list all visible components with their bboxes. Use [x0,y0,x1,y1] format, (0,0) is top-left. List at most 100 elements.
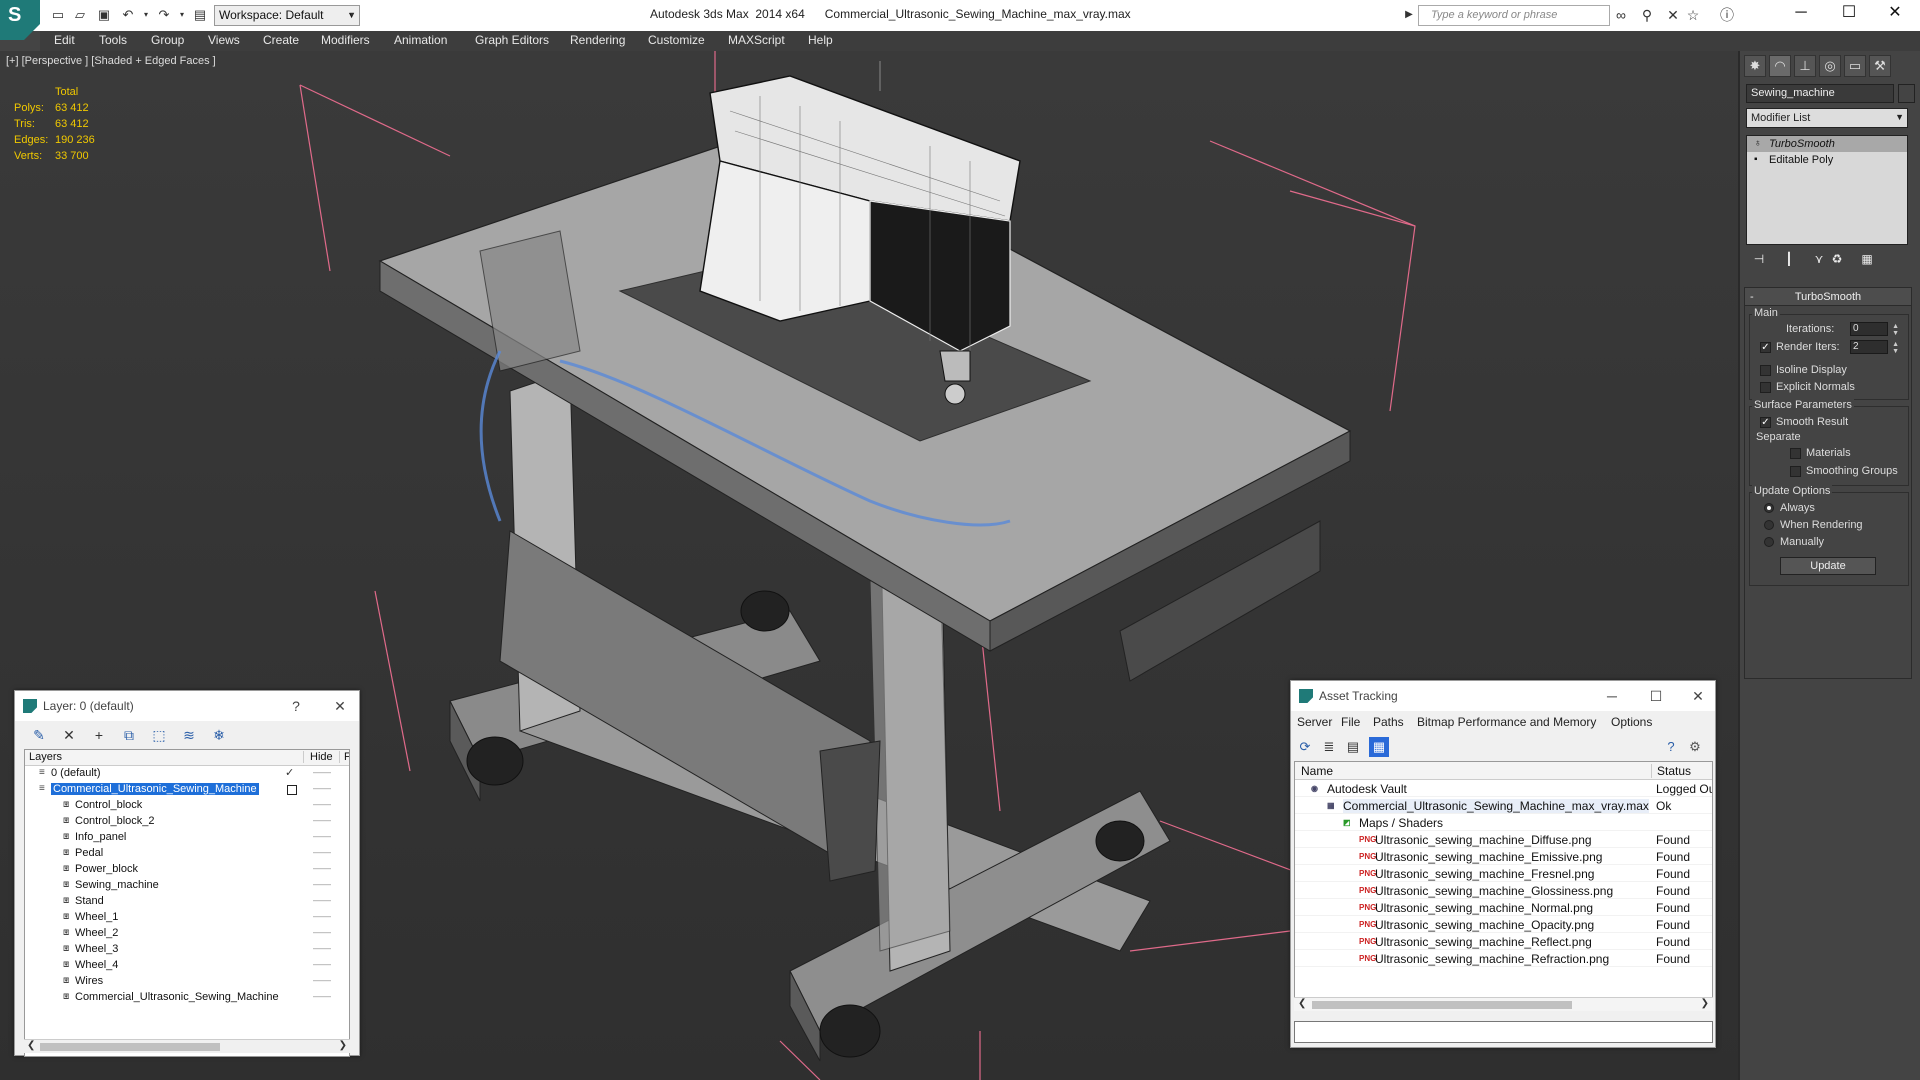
hide-toggle[interactable]: —— [313,831,331,841]
refresh-icon[interactable]: ⟳ [1295,737,1315,757]
menu-customize[interactable]: Customize [648,33,705,47]
pin-stack-icon[interactable]: ⊣ [1748,249,1770,269]
motion-tab-icon[interactable]: ◎ [1819,55,1841,77]
layer-row[interactable]: ⧆ Sewing_machine —— [25,878,349,894]
asset-panel-titlebar[interactable]: Asset Tracking ─ ☐ ✕ [1291,681,1715,711]
create-layer-icon[interactable]: ✎ [29,725,49,745]
hierarchy-tab-icon[interactable]: ⊥ [1794,55,1816,77]
isoline-display-checkbox[interactable] [1760,365,1771,376]
redo-icon[interactable]: ↷ [156,7,172,23]
app-logo-button[interactable]: S [0,0,40,40]
menu-create[interactable]: Create [263,33,299,47]
layer-row[interactable]: ⧆ Wheel_4 —— [25,958,349,974]
favorites-star-icon[interactable]: ☆ [1684,7,1702,23]
current-layer-check-icon[interactable]: ✓ [285,766,294,779]
hide-toggle[interactable]: —— [313,927,331,937]
menu-help[interactable]: Help [808,33,833,47]
layer-row[interactable]: ⧆ Wheel_3 —— [25,942,349,958]
asset-row[interactable]: ▦ Commercial_Ultrasonic_Sewing_Machine_ma… [1295,797,1712,814]
search-input[interactable]: Type a keyword or phrase [1418,5,1610,26]
object-name-field[interactable]: Sewing_machine [1746,84,1894,103]
add-to-layer-icon[interactable]: + [89,725,109,745]
configure-modifier-sets-icon[interactable]: ▦ [1856,249,1878,269]
quick-access-menu-icon[interactable]: ▾ [344,7,360,23]
settings-icon[interactable]: ⚙ [1685,737,1705,757]
redo-dropdown-icon[interactable]: ▾ [174,7,190,23]
create-tab-icon[interactable]: ✸ [1744,55,1766,77]
asset-menu-paths[interactable]: Paths [1373,715,1404,729]
close-icon[interactable]: ✕ [327,695,353,717]
layer-row[interactable]: ⧆ Control_block —— [25,798,349,814]
scroll-right-icon[interactable]: ❯ [1701,998,1709,1009]
layer-row[interactable]: ⧆ Wheel_1 —— [25,910,349,926]
highlight-layer-icon[interactable]: ⬚ [149,725,169,745]
hide-toggle[interactable]: —— [313,815,331,825]
delete-layer-icon[interactable]: ✕ [59,725,79,745]
asset-menu-file[interactable]: File [1341,715,1360,729]
column-layers[interactable]: Layers [29,751,62,763]
rollout-header[interactable]: - TurboSmooth [1745,288,1911,306]
menu-animation[interactable]: Animation [394,33,447,47]
undo-icon[interactable]: ↶ [120,7,136,23]
object-color-swatch[interactable] [1898,84,1915,103]
hide-toggle[interactable]: —— [313,975,331,985]
asset-row[interactable]: PNG Ultrasonic_sewing_machine_Emissive.pn… [1295,848,1712,865]
scroll-thumb[interactable] [1312,1001,1572,1009]
update-when-rendering-radio[interactable] [1764,520,1774,530]
update-always-radio[interactable] [1764,503,1774,513]
lightbulb-icon[interactable]: ♁ [1754,138,1762,149]
scroll-thumb[interactable] [40,1043,220,1051]
menu-maxscript[interactable]: MAXScript [728,33,785,47]
layer-row[interactable]: ⧆ Wires —— [25,974,349,990]
menu-views[interactable]: Views [208,33,240,47]
column-status[interactable]: Status [1651,764,1691,778]
asset-row[interactable]: PNG Ultrasonic_sewing_machine_Glossiness.… [1295,882,1712,899]
expand-icon[interactable]: ▪ [1754,154,1758,165]
scroll-right-icon[interactable]: ❯ [339,1040,347,1051]
scroll-left-icon[interactable]: ❮ [1298,998,1306,1009]
close-button[interactable]: ✕ [1872,0,1918,28]
layer-row[interactable]: ⧆ Commercial_Ultrasonic_Sewing_Machine —— [25,990,349,1006]
close-icon[interactable]: ✕ [1685,685,1711,707]
asset-row[interactable]: PNG Ultrasonic_sewing_machine_Normal.png F… [1295,899,1712,916]
help-icon[interactable]: ⓘ [1718,7,1736,23]
save-file-icon[interactable]: ▣ [96,7,112,23]
update-button[interactable]: Update [1780,557,1876,575]
modifier-list-dropdown[interactable]: Modifier List ▼ [1746,108,1908,128]
open-file-icon[interactable]: ▱ [72,7,88,23]
menu-modifiers[interactable]: Modifiers [321,33,370,47]
layer-row[interactable]: ⧆ Wheel_2 —— [25,926,349,942]
layer-row[interactable]: ⧆ Pedal —— [25,846,349,862]
asset-menu-options[interactable]: Options [1611,715,1652,729]
help-button[interactable]: ? [283,695,309,717]
asset-row[interactable]: PNG Ultrasonic_sewing_machine_Refraction.… [1295,950,1712,967]
show-end-result-icon[interactable]: ┃ [1778,249,1800,269]
list-view-icon[interactable]: ≣ [1319,737,1339,757]
maximize-button[interactable]: ☐ [1826,0,1872,28]
new-file-icon[interactable]: ▭ [50,7,66,23]
undo-dropdown-icon[interactable]: ▾ [138,7,154,23]
layer-row[interactable]: ⧆ Power_block —— [25,862,349,878]
minimize-icon[interactable]: ─ [1599,685,1625,707]
asset-row[interactable]: PNG Ultrasonic_sewing_machine_Diffuse.png… [1295,831,1712,848]
subscription-icon[interactable]: ⚲ [1638,7,1656,23]
asset-menu-bitmap-performance[interactable]: Bitmap Performance and Memory [1417,715,1596,729]
hide-toggle[interactable]: —— [313,991,331,1001]
smooth-result-checkbox[interactable]: ✓ [1760,417,1771,428]
asset-row[interactable]: PNG Ultrasonic_sewing_machine_Reflect.png… [1295,933,1712,950]
asset-path-field[interactable] [1294,1021,1713,1043]
hide-toggle[interactable]: —— [313,799,331,809]
workspace-dropdown[interactable]: Workspace: Default ▼ [214,5,360,26]
current-layer-box-icon[interactable] [287,785,297,795]
hide-toggle[interactable]: —— [313,863,331,873]
thumbnail-view-icon[interactable]: ▤ [1343,737,1363,757]
column-freeze[interactable]: Fr [339,751,349,763]
viewport-label[interactable]: [+] [Perspective ] [Shaded + Edged Faces… [6,55,216,67]
stack-item-editable-poly[interactable]: ▪ Editable Poly [1747,152,1907,168]
asset-row[interactable]: PNG Ultrasonic_sewing_machine_Opacity.png… [1295,916,1712,933]
layer-row[interactable]: ⧆ Stand —— [25,894,349,910]
hide-toggle[interactable]: —— [313,943,331,953]
update-manually-radio[interactable] [1764,537,1774,547]
layer-row[interactable]: ⧆ Info_panel —— [25,830,349,846]
hide-toggle[interactable]: —— [313,911,331,921]
